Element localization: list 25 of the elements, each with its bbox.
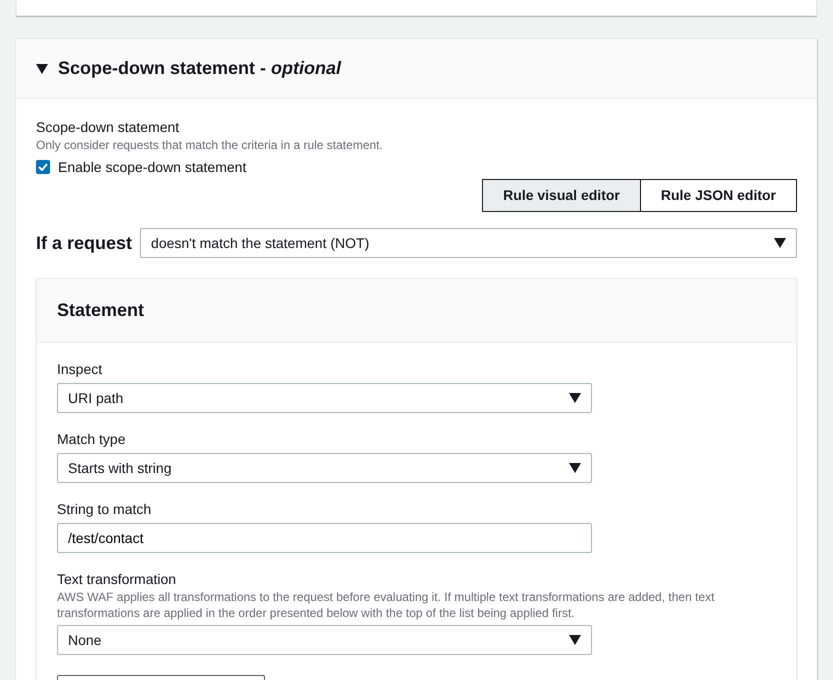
editor-tab[interactable]: Rule JSON editor — [640, 179, 797, 212]
field-description: AWS WAF applies all transformations to the request before evaluating it. If multiple text transformations are added, then text transformations are applied in the order presented below with the top of the list being applied first. — [57, 589, 716, 621]
checkbox[interactable] — [36, 160, 50, 174]
field-label: Inspect — [57, 360, 104, 379]
checkbox-label: Enable scope-down statement — [58, 158, 246, 177]
field-label: Match type — [57, 430, 126, 449]
panel-title: Statement — [37, 279, 796, 343]
input-field[interactable]: /test/contact — [57, 523, 592, 553]
select-field[interactable]: Starts with string — [57, 453, 592, 483]
dropdown-icon — [774, 238, 786, 248]
field-label: Scope-down statement — [36, 118, 180, 137]
field-description: Only consider requests that match the criteria in a rule statement. — [36, 137, 384, 153]
condition-select[interactable]: doesn't match the statement (NOT) — [140, 228, 797, 258]
dropdown-icon — [569, 463, 581, 473]
dropdown-icon — [569, 635, 581, 645]
field-label: Text transformation — [57, 570, 178, 589]
caret-icon — [36, 64, 48, 74]
section-title: Scope-down statement - optional — [58, 57, 342, 80]
section-header[interactable]: Scope-down statement - optional — [16, 39, 817, 99]
select-field[interactable]: None — [57, 625, 592, 655]
editor-tab[interactable]: Rule visual editor — [482, 179, 641, 212]
condition-label: If a request — [36, 232, 132, 255]
dropdown-icon — [569, 393, 581, 403]
select-field[interactable]: URI path — [57, 383, 592, 413]
field-label: String to match — [57, 500, 152, 519]
